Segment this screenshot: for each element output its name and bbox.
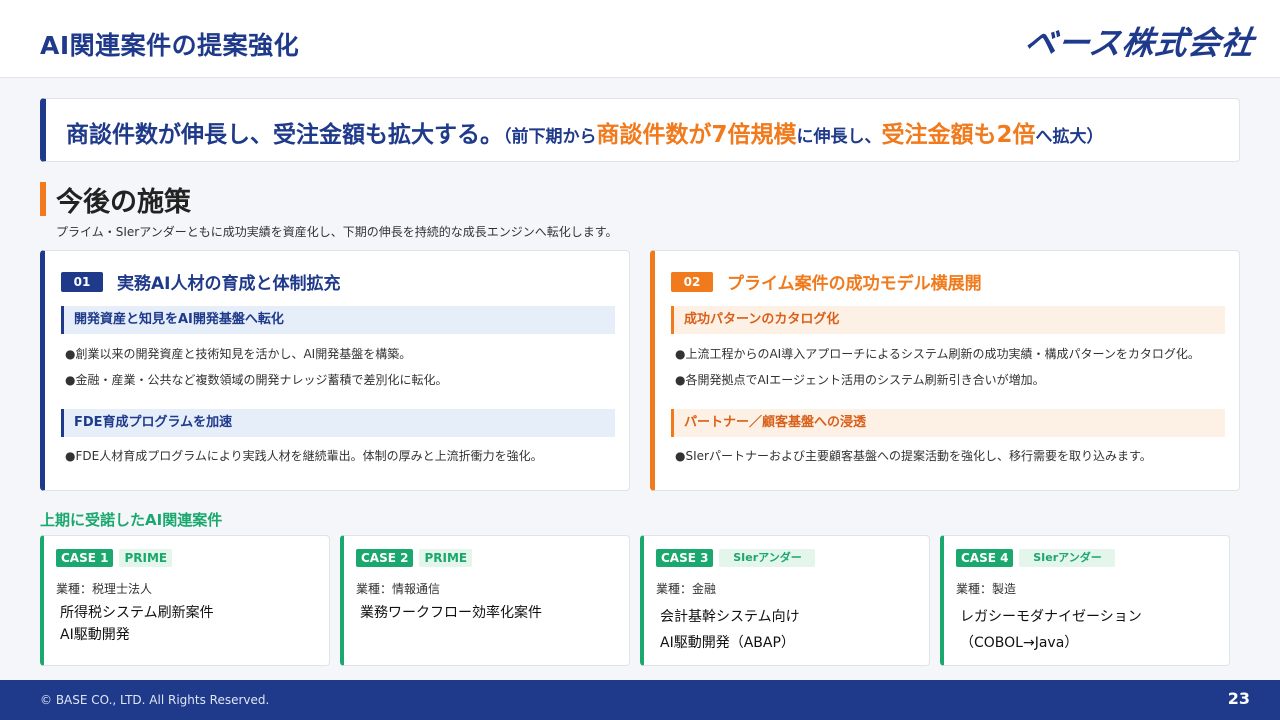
initiative-card-01: 01 実務AI人材の育成と体制拡充 開発資産と知見をAI開発基盤へ転化 ●創業以… [40, 250, 630, 491]
case-industry: 業種：税理士法人 [56, 582, 153, 596]
card-subheading: FDE育成プログラムを加速 [61, 409, 615, 437]
case-type-tag: PRIME [119, 549, 173, 567]
case-number-badge: CASE 1 [56, 549, 114, 567]
case-name: 所得税システム刷新案件 AI駆動開発 [60, 602, 214, 646]
summary-main: 商談件数が伸長し、受注金額も拡大する。 [66, 122, 503, 148]
card-bullet: ●各開発拠点でAIエージェント活用のシステム刷新引き合いが増加。 [675, 373, 1045, 387]
card-bullet: ●創業以来の開発資産と技術知見を活かし、AI開発基盤を構築。 [65, 347, 412, 361]
case-number-badge: CASE 4 [956, 549, 1014, 567]
case-name: 会計基幹システム向け AI駆動開発（ABAP） [660, 604, 800, 656]
section-accent-bar [40, 182, 46, 216]
case-card-1: CASE 1 PRIME 業種：税理士法人 所得税システム刷新案件 AI駆動開発 [40, 535, 330, 666]
summary-highlight-deals: 商談件数が7倍規模 [596, 122, 797, 148]
case-number-badge: CASE 3 [656, 549, 714, 567]
case-name: 業務ワークフロー効率化案件 [360, 602, 542, 624]
case-industry: 業種：製造 [956, 582, 1017, 596]
card-header: 01 実務AI人材の育成と体制拡充 [61, 269, 340, 294]
case-badges: CASE 2 PRIME [356, 549, 473, 567]
card-bullet: ●上流工程からのAI導入アプローチによるシステム刷新の成功実績・構成パターンをカ… [675, 347, 1200, 361]
case-card-2: CASE 2 PRIME 業種：情報通信 業務ワークフロー効率化案件 [340, 535, 630, 666]
slide-header: AI関連案件の提案強化 ベース株式会社 [0, 0, 1280, 78]
case-industry: 業種：金融 [656, 582, 717, 596]
card-number-badge: 02 [671, 271, 713, 292]
case-number-badge: CASE 2 [356, 549, 414, 567]
summary-text: 商談件数が伸長し、受注金額も拡大する。（前下期から商談件数が7倍規模に伸長し、受… [66, 115, 1104, 149]
case-type-tag: SIerアンダー [719, 549, 816, 567]
case-name-line: AI駆動開発（ABAP） [660, 635, 795, 651]
case-badges: CASE 4 SIerアンダー [956, 549, 1116, 567]
case-name-line: 会計基幹システム向け [660, 609, 800, 625]
company-logo: ベース株式会社 [1021, 24, 1257, 62]
summary-end: へ拡大） [1035, 127, 1104, 147]
card-title: プライム案件の成功モデル横展開 [727, 274, 982, 294]
case-badges: CASE 1 PRIME [56, 549, 173, 567]
card-subheading: パートナー／顧客基盤への浸透 [671, 409, 1225, 437]
section-title: 今後の施策 [56, 187, 191, 218]
card-bullet: ●金融・産業・公共など複数領域の開発ナレッジ蓄積で差別化に転化。 [65, 373, 448, 387]
case-name-line: AI駆動開発 [60, 627, 130, 643]
card-bullet: ●FDE人材育成プログラムにより実践人材を継続輩出。体制の厚みと上流折衝力を強化… [65, 449, 543, 463]
case-name-line: レガシーモダナイゼーション [960, 609, 1142, 625]
summary-banner: 商談件数が伸長し、受注金額も拡大する。（前下期から商談件数が7倍規模に伸長し、受… [40, 98, 1240, 162]
section-subtitle: プライム・SIerアンダーともに成功実績を資産化し、下期の伸長を持続的な成長エン… [56, 225, 618, 239]
case-type-tag: SIerアンダー [1019, 549, 1116, 567]
page-title: AI関連案件の提案強化 [40, 31, 300, 60]
cases-section-label: 上期に受諾したAI関連案件 [40, 511, 223, 529]
page-number: 23 [1227, 689, 1250, 708]
case-name-line: 所得税システム刷新案件 [60, 605, 214, 621]
copyright-text: © BASE CO., LTD. All Rights Reserved. [40, 693, 270, 707]
card-number-badge: 01 [61, 271, 103, 292]
summary-mid: に伸長し、 [796, 127, 882, 147]
slide-footer: © BASE CO., LTD. All Rights Reserved. 23 [0, 680, 1280, 720]
card-bullet: ●SIerパートナーおよび主要顧客基盤への提案活動を強化し、移行需要を取り込みま… [675, 449, 1152, 463]
summary-highlight-orders: 受注金額も2倍 [881, 122, 1036, 148]
case-card-3: CASE 3 SIerアンダー 業種：金融 会計基幹システム向け AI駆動開発（… [640, 535, 930, 666]
case-name-line: 業務ワークフロー効率化案件 [360, 605, 542, 621]
card-subheading: 開発資産と知見をAI開発基盤へ転化 [61, 306, 615, 334]
initiative-card-02: 02 プライム案件の成功モデル横展開 成功パターンのカタログ化 ●上流工程からの… [650, 250, 1240, 491]
summary-paren-open: （前下期から [503, 127, 597, 147]
case-industry: 業種：情報通信 [356, 582, 441, 596]
card-title: 実務AI人材の育成と体制拡充 [117, 274, 341, 294]
card-header: 02 プライム案件の成功モデル横展開 [671, 269, 982, 294]
case-card-4: CASE 4 SIerアンダー 業種：製造 レガシーモダナイゼーション （COB… [940, 535, 1230, 666]
case-badges: CASE 3 SIerアンダー [656, 549, 816, 567]
card-subheading: 成功パターンのカタログ化 [671, 306, 1225, 334]
case-name: レガシーモダナイゼーション （COBOL→Java） [960, 604, 1142, 656]
case-name-line: （COBOL→Java） [960, 635, 1079, 651]
case-type-tag: PRIME [419, 549, 473, 567]
